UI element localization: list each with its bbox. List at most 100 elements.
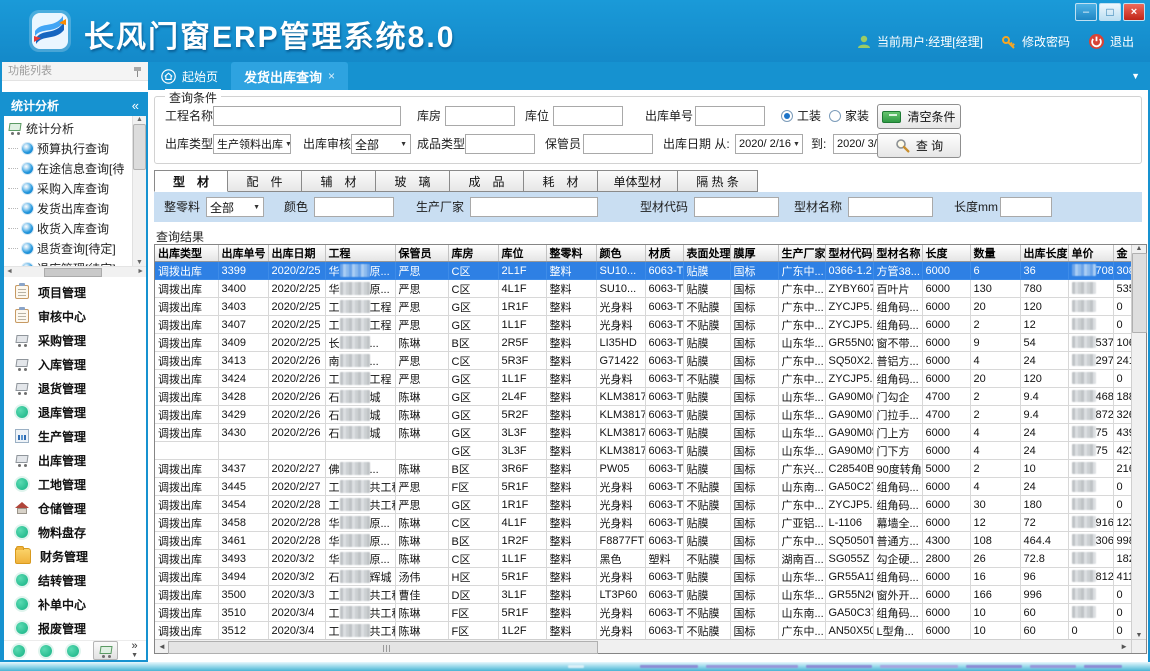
radio-selected-icon[interactable] <box>781 110 793 122</box>
material-tab-4[interactable]: 玻 璃 <box>376 170 450 192</box>
column-header[interactable]: 库房 <box>448 245 498 262</box>
minimize-button[interactable]: – <box>1075 3 1097 21</box>
tab-outbound-query[interactable]: 发货出库查询 × <box>231 62 348 90</box>
project-name-input[interactable] <box>213 106 401 126</box>
tab-close-icon[interactable]: × <box>328 69 335 83</box>
column-header[interactable]: 出库单号 <box>218 245 268 262</box>
column-header[interactable]: 金 <box>1113 245 1131 262</box>
radio-unselected-icon[interactable] <box>829 110 841 122</box>
column-header[interactable]: 库位 <box>498 245 546 262</box>
tree-item[interactable]: 收货入库查询 <box>8 218 132 238</box>
radio-home[interactable]: 家装 <box>829 106 869 126</box>
table-row[interactable]: 调拨出库35122020/3/4工共工程陈琳F区1L2F整料光身料6063-T5… <box>155 622 1131 640</box>
table-hscroll-thumb[interactable] <box>168 641 598 654</box>
warehouse-input[interactable] <box>445 106 515 126</box>
sidebar-item-结转管理[interactable]: 结转管理 <box>4 568 146 592</box>
tree-root[interactable]: 统计分析 <box>8 118 132 138</box>
search-button[interactable]: 查 询 <box>877 133 961 158</box>
column-header[interactable]: 型材名称 <box>873 245 922 262</box>
sidebar-item-采购管理[interactable]: 采购管理 <box>4 328 146 352</box>
column-header[interactable]: 材质 <box>645 245 683 262</box>
scroll-up-icon[interactable]: ▲ <box>1136 245 1143 252</box>
location-input[interactable] <box>553 106 623 126</box>
scroll-left-icon[interactable]: ◄ <box>158 642 166 651</box>
sidebar-section-header[interactable]: 统计分析 « <box>4 94 146 116</box>
tree-item[interactable]: 退货查询[待定] <box>8 238 132 258</box>
radio-work[interactable]: 工装 <box>781 106 821 126</box>
logout[interactable]: 退出 <box>1088 33 1134 50</box>
tab-home[interactable]: 起始页 <box>148 62 231 90</box>
profile-name-input[interactable] <box>848 197 933 217</box>
sidebar-item-仓储管理[interactable]: 仓储管理 <box>4 496 146 520</box>
tree-horizontal-scrollbar[interactable]: ◄ ► <box>4 266 146 277</box>
table-horizontal-scrollbar[interactable]: ◄ ► <box>155 639 1131 653</box>
tree-item[interactable]: 在途信息查询[待 <box>8 158 132 178</box>
whole-piece-select[interactable]: 全部▼ <box>206 197 264 217</box>
dot-icon[interactable] <box>13 645 25 657</box>
tree-item[interactable]: 退库管理[待定] <box>8 258 132 266</box>
order-no-input[interactable] <box>695 106 765 126</box>
clear-conditions-button[interactable]: 清空条件 <box>877 104 961 129</box>
color-input[interactable] <box>314 197 394 217</box>
material-tab-2[interactable]: 配 件 <box>228 170 302 192</box>
profile-code-input[interactable] <box>694 197 779 217</box>
table-row[interactable]: 调拨出库33992020/2/25华原...严思C区2L1F整料SU10...6… <box>155 262 1131 280</box>
scroll-left-icon[interactable]: ◄ <box>6 268 13 275</box>
manufacturer-input[interactable] <box>470 197 598 217</box>
sidebar-item-退货管理[interactable]: 退货管理 <box>4 376 146 400</box>
sidebar-item-审核中心[interactable]: 审核中心 <box>4 304 146 328</box>
dot-icon[interactable] <box>40 645 52 657</box>
cart-button[interactable] <box>93 641 118 660</box>
table-row[interactable]: 调拨出库34372020/2/27佛...陈琳B区3R6F整料PW056063-… <box>155 460 1131 478</box>
length-input[interactable] <box>1000 197 1052 217</box>
scroll-up-icon[interactable]: ▲ <box>136 116 143 123</box>
tree-item[interactable]: 发货出库查询 <box>8 198 132 218</box>
table-row[interactable]: 调拨出库34542020/2/28工共工程严思G区1R1F整料光身料6063-T… <box>155 496 1131 514</box>
sidebar-item-财务管理[interactable]: 财务管理 <box>4 544 146 568</box>
sidebar-item-补单中心[interactable]: 补单中心 <box>4 592 146 616</box>
dot-icon[interactable] <box>67 645 79 657</box>
table-row[interactable]: 调拨出库34292020/2/26石城陈琳G区5R2F整料KLM38176063… <box>155 406 1131 424</box>
table-row[interactable]: 调拨出库35102020/3/4工共工程陈琳F区5R1F整料光身料6063-T5… <box>155 604 1131 622</box>
column-header[interactable]: 数量 <box>970 245 1020 262</box>
table-row[interactable]: G区3L3F整料KLM38176063-T5贴膜国标山东华...GA90M09.… <box>155 442 1131 460</box>
close-button[interactable]: × <box>1123 3 1145 21</box>
material-tab-8[interactable]: 隔 热 条 <box>678 170 758 192</box>
tree-item[interactable]: 预算执行查询 <box>8 138 132 158</box>
scroll-right-icon[interactable]: ► <box>137 268 144 275</box>
table-row[interactable]: 调拨出库34452020/2/27工共工程严思F区5R1F整料光身料6063-T… <box>155 478 1131 496</box>
table-row[interactable]: 调拨出库34132020/2/26南...严思C区5R3F整料G71422606… <box>155 352 1131 370</box>
change-password[interactable]: 修改密码 <box>1001 33 1070 50</box>
column-header[interactable]: 膜厚 <box>730 245 778 262</box>
sidebar-item-出库管理[interactable]: 出库管理 <box>4 448 146 472</box>
column-header[interactable]: 出库长度 <box>1020 245 1068 262</box>
material-tab-6[interactable]: 耗 材 <box>524 170 598 192</box>
table-row[interactable]: 调拨出库34002020/2/25华原...严思C区4L1F整料SU10...6… <box>155 280 1131 298</box>
material-tab-1[interactable]: 型 材 <box>154 170 228 192</box>
table-row[interactable]: 调拨出库34242020/2/26工工程严思G区1L1F整料光身料6063-T5… <box>155 370 1131 388</box>
material-tab-3[interactable]: 辅 材 <box>302 170 376 192</box>
column-header[interactable]: 颜色 <box>596 245 645 262</box>
table-vscroll-thumb[interactable] <box>1132 253 1147 333</box>
table-row[interactable]: 调拨出库34302020/2/26石城陈琳G区3L3F整料KLM38176063… <box>155 424 1131 442</box>
table-row[interactable]: 调拨出库34032020/2/25工工程严思G区1R1F整料光身料6063-T5… <box>155 298 1131 316</box>
tree-item[interactable]: 采购入库查询 <box>8 178 132 198</box>
column-header[interactable]: 工程 <box>325 245 395 262</box>
table-row[interactable]: 调拨出库34942020/3/2石辉城汤伟H区5R1F整料光身料6063-T5贴… <box>155 568 1131 586</box>
column-header[interactable]: 出库日期 <box>268 245 325 262</box>
table-row[interactable]: 调拨出库34582020/2/28华原...陈琳C区4L1F整料光身料6063-… <box>155 514 1131 532</box>
material-tab-7[interactable]: 单体型材 <box>598 170 678 192</box>
sidebar-item-项目管理[interactable]: 项目管理 <box>4 280 146 304</box>
sidebar-item-入库管理[interactable]: 入库管理 <box>4 352 146 376</box>
tree-vertical-scrollbar[interactable]: ▲ ▼ <box>132 116 146 266</box>
sidebar-item-物料盘存[interactable]: 物料盘存 <box>4 520 146 544</box>
scroll-down-icon[interactable]: ▼ <box>1136 632 1143 639</box>
collapse-icon[interactable]: « <box>132 98 139 113</box>
scroll-down-icon[interactable]: ▼ <box>136 259 143 266</box>
table-vertical-scrollbar[interactable]: ▲ ▼ <box>1131 245 1146 639</box>
column-header[interactable]: 整零料 <box>546 245 596 262</box>
table-row[interactable]: 调拨出库34282020/2/26石城陈琳G区2L4F整料KLM38176063… <box>155 388 1131 406</box>
material-tab-5[interactable]: 成 品 <box>450 170 524 192</box>
keeper-input[interactable] <box>583 134 653 154</box>
maximize-button[interactable]: □ <box>1099 3 1121 21</box>
